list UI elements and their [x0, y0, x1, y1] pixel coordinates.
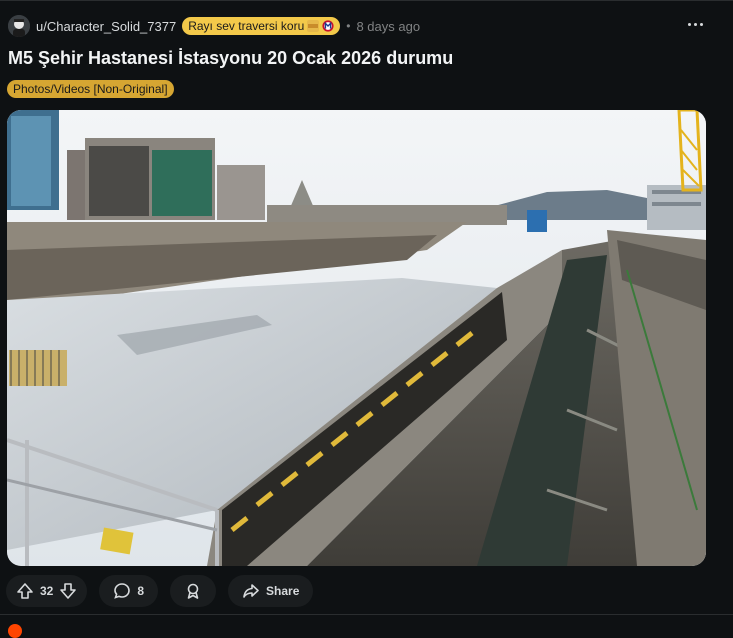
- post-image[interactable]: [7, 110, 706, 566]
- vote-count: 32: [40, 584, 54, 598]
- comments-button[interactable]: 8: [99, 575, 159, 607]
- user-flair: Rayı sev traversi koru: [182, 17, 341, 35]
- vote-bar: 32: [6, 575, 88, 607]
- award-button[interactable]: [170, 575, 217, 607]
- post-time: 8 days ago: [356, 18, 421, 34]
- more-icon: [687, 22, 691, 26]
- downvote-icon[interactable]: [59, 582, 77, 600]
- user-flair-label: Rayı sev traversi koru: [188, 19, 305, 33]
- share-button[interactable]: Share: [228, 575, 314, 607]
- post-flair[interactable]: Photos/Videos [Non-Original]: [7, 80, 174, 98]
- share-label: Share: [266, 584, 300, 598]
- metro-logo-icon: [322, 20, 334, 32]
- post-divider: [0, 614, 733, 615]
- upvote-icon[interactable]: [16, 582, 34, 600]
- share-icon: [243, 584, 259, 598]
- post-actions: 32 8 Share: [6, 575, 314, 607]
- award-icon: [187, 583, 199, 599]
- more-options-button[interactable]: [685, 14, 705, 34]
- flair-emoji-icon: [307, 20, 320, 32]
- next-post-avatar[interactable]: [8, 624, 22, 638]
- top-divider: [0, 0, 733, 1]
- username-link[interactable]: u/Character_Solid_7377: [36, 19, 176, 34]
- construction-site-image: [7, 110, 706, 566]
- user-avatar[interactable]: [8, 15, 30, 37]
- post-header: u/Character_Solid_7377 Rayı sev traversi…: [8, 14, 420, 38]
- post-title[interactable]: M5 Şehir Hastanesi İstasyonu 20 Ocak 202…: [8, 48, 453, 69]
- separator-dot: •: [346, 19, 351, 33]
- comment-count: 8: [137, 584, 145, 598]
- comment-icon: [114, 583, 131, 599]
